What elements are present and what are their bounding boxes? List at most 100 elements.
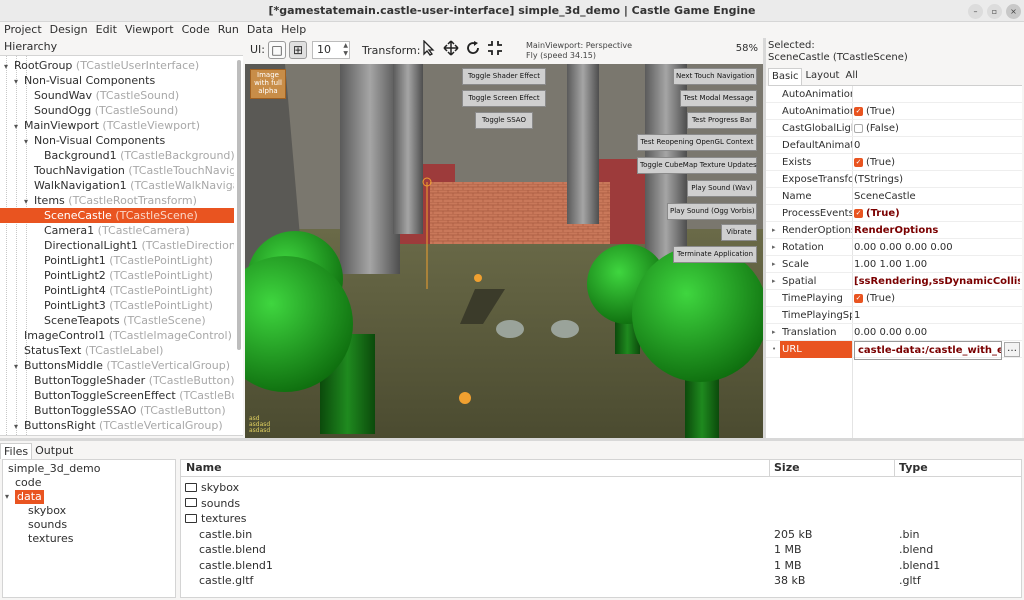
- expand-arrow-icon[interactable]: ▾: [4, 59, 14, 73]
- next-touch-navigation-button[interactable]: Next Touch Navigation: [673, 68, 757, 85]
- property-row[interactable]: ▸ Spatial [ssRendering,ssDynamicCollision]: [766, 273, 1022, 290]
- property-row[interactable]: DefaultAnimationTransition0: [766, 137, 1022, 154]
- tree-item[interactable]: ButtonTouchNavigation (TCastleButton): [0, 433, 234, 435]
- tree-item[interactable]: TouchNavigation (TCastleTouchNavigation: [0, 163, 234, 178]
- menu-project[interactable]: Project: [0, 22, 46, 38]
- property-value[interactable]: ✓ (True): [854, 103, 1020, 120]
- column-type[interactable]: Type: [899, 461, 928, 474]
- folder-tree-item[interactable]: code: [15, 476, 42, 490]
- tree-item[interactable]: WalkNavigation1 (TCastleWalkNavigation): [0, 178, 234, 193]
- files-list[interactable]: Name Size Type skybox sounds textures castl…: [180, 459, 1022, 598]
- menu-design[interactable]: Design: [46, 22, 92, 38]
- tree-item[interactable]: SceneCastle (TCastleScene): [0, 208, 234, 223]
- tree-item[interactable]: ▾ Non-Visual Components: [0, 73, 234, 88]
- tree-item[interactable]: StatusText (TCastleLabel): [0, 343, 234, 358]
- expand-arrow-icon[interactable]: ▾: [14, 119, 24, 133]
- property-expand-icon[interactable]: ▸: [772, 256, 776, 273]
- property-expand-icon[interactable]: ▸: [772, 239, 776, 256]
- vibrate-button[interactable]: Vibrate: [721, 224, 757, 241]
- tab-files[interactable]: Files: [0, 443, 33, 459]
- rotate-tool[interactable]: [462, 40, 484, 62]
- column-name[interactable]: Name: [186, 461, 222, 474]
- tree-item[interactable]: PointLight2 (TCastlePointLight): [0, 268, 234, 283]
- expand-arrow-icon[interactable]: ▾: [14, 359, 24, 373]
- scale-tool[interactable]: [484, 40, 506, 62]
- test-modal-message-button[interactable]: Test Modal Message: [680, 90, 757, 107]
- tab-layout[interactable]: Layout: [802, 68, 842, 85]
- tree-item[interactable]: SoundWav (TCastleSound): [0, 88, 234, 103]
- property-value[interactable]: (TStrings): [854, 171, 1020, 188]
- property-row[interactable]: ProcessEvents ✓ (True): [766, 205, 1022, 222]
- tree-item[interactable]: ▾ RootGroup (TCastleUserInterface): [0, 58, 234, 73]
- ui-select-button[interactable]: □: [268, 41, 286, 59]
- 3d-viewport[interactable]: Image with full alpha Toggle Shader Effe…: [245, 64, 763, 438]
- tree-item[interactable]: PointLight1 (TCastlePointLight): [0, 253, 234, 268]
- browse-url-button[interactable]: …: [1004, 342, 1020, 357]
- tree-item[interactable]: ▾ Non-Visual Components: [0, 133, 234, 148]
- property-row[interactable]: AutoAnimationLoop✓(True): [766, 103, 1022, 120]
- checkbox-icon[interactable]: [854, 123, 863, 133]
- close-button[interactable]: ×: [1006, 4, 1021, 19]
- property-row[interactable]: •URL castle-data:/castle_with_effects.glt…: [766, 341, 1022, 360]
- menu-data[interactable]: Data: [243, 22, 277, 38]
- property-value[interactable]: ✓ (True): [854, 154, 1020, 171]
- toggle-screen-effect-button[interactable]: Toggle Screen Effect: [462, 90, 546, 107]
- select-arrow-tool[interactable]: [418, 39, 440, 62]
- property-row[interactable]: AutoAnimation: [766, 86, 1022, 103]
- menu-viewport[interactable]: Viewport: [121, 22, 178, 38]
- tree-item[interactable]: SoundOgg (TCastleSound): [0, 103, 234, 118]
- property-row[interactable]: TimePlayingSpeed1: [766, 307, 1022, 324]
- property-row[interactable]: ▸ Translation 0.00 0.00 0.00: [766, 324, 1022, 341]
- property-row[interactable]: CastGlobalLights (False): [766, 120, 1022, 137]
- maximize-button[interactable]: ▫: [987, 4, 1002, 19]
- file-row[interactable]: castle.blend1 1 MB .blend1: [181, 558, 1021, 573]
- file-row[interactable]: textures: [181, 511, 1021, 526]
- translate-tool[interactable]: [440, 40, 462, 62]
- hierarchy-tree[interactable]: ▾ RootGroup (TCastleUserInterface) ▾ Non-Vi…: [0, 55, 243, 436]
- folder-tree-item[interactable]: simple_3d_demo: [8, 462, 101, 476]
- property-value[interactable]: SceneCastle: [854, 188, 1020, 205]
- snap-size-spinner[interactable]: 10 ▲ ▼: [312, 41, 350, 59]
- checkbox-icon[interactable]: ✓: [854, 208, 863, 218]
- tree-item[interactable]: ImageControl1 (TCastleImageControl): [0, 328, 234, 343]
- bottom-splitter[interactable]: [0, 438, 1024, 441]
- property-expand-icon[interactable]: ▸: [772, 273, 776, 290]
- play-sound-ogg-button[interactable]: Play Sound (Ogg Vorbis): [667, 203, 757, 220]
- tree-item[interactable]: ButtonToggleScreenEffect (TCastleButton: [0, 388, 234, 403]
- property-value[interactable]: 0.00 0.00 0.00 0.00: [854, 239, 1020, 256]
- property-value[interactable]: (False): [854, 120, 1020, 137]
- tree-item[interactable]: PointLight3 (TCastlePointLight): [0, 298, 234, 313]
- file-row[interactable]: skybox: [181, 480, 1021, 495]
- property-value[interactable]: 1: [854, 307, 1020, 324]
- property-row[interactable]: TimePlaying ✓ (True): [766, 290, 1022, 307]
- property-row[interactable]: ▸ RenderOptions RenderOptions: [766, 222, 1022, 239]
- file-row[interactable]: castle.bin 205 kB .bin: [181, 527, 1021, 542]
- property-row[interactable]: Name SceneCastle: [766, 188, 1022, 205]
- menu-edit[interactable]: Edit: [92, 22, 121, 38]
- toggle-ssao-button[interactable]: Toggle SSAO: [475, 112, 533, 129]
- file-row[interactable]: castle.gltf 38 kB .gltf: [181, 573, 1021, 588]
- tree-item[interactable]: ▾ Items (TCastleRootTransform): [0, 193, 234, 208]
- tab-output[interactable]: Output: [32, 443, 76, 459]
- property-value[interactable]: 0: [854, 137, 1020, 154]
- file-row[interactable]: castle.blend 1 MB .blend: [181, 542, 1021, 557]
- tree-item[interactable]: Camera1 (TCastleCamera): [0, 223, 234, 238]
- property-value[interactable]: ✓ (True): [854, 290, 1020, 307]
- test-reopening-opengl-button[interactable]: Test Reopening OpenGL Context: [637, 134, 757, 151]
- minimize-button[interactable]: –: [968, 4, 983, 19]
- property-value[interactable]: RenderOptions: [854, 222, 1020, 239]
- property-expand-icon[interactable]: ▸: [772, 324, 776, 341]
- tab-all[interactable]: All: [842, 68, 860, 85]
- expand-arrow-icon[interactable]: ▾: [5, 490, 9, 504]
- ui-add-button[interactable]: ⊞: [289, 41, 307, 59]
- menu-help[interactable]: Help: [277, 22, 310, 38]
- folder-tree-item[interactable]: textures: [28, 532, 73, 546]
- hierarchy-scrollbar[interactable]: [237, 60, 241, 350]
- terminate-application-button[interactable]: Terminate Application: [673, 246, 757, 263]
- property-row[interactable]: Exists ✓ (True): [766, 154, 1022, 171]
- tree-item[interactable]: Background1 (TCastleBackground): [0, 148, 234, 163]
- tree-item[interactable]: PointLight4 (TCastlePointLight): [0, 283, 234, 298]
- expand-arrow-icon[interactable]: ▾: [14, 419, 24, 433]
- column-separator[interactable]: [769, 460, 770, 477]
- tree-item[interactable]: ButtonToggleShader (TCastleButton): [0, 373, 234, 388]
